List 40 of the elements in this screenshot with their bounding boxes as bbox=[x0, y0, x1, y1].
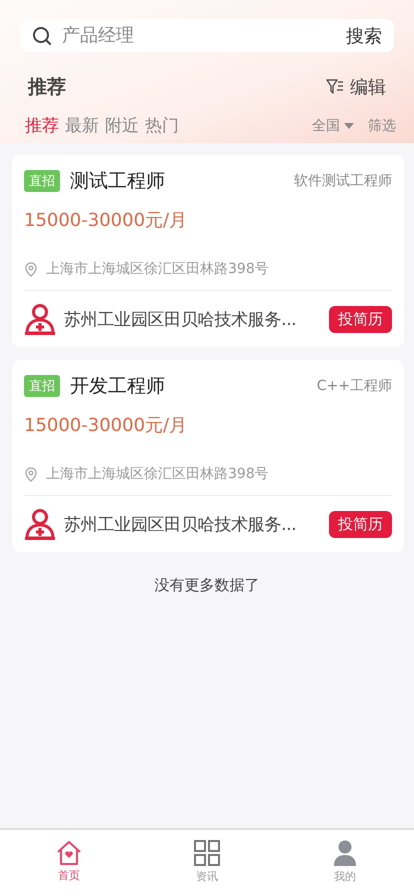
company-logo-icon bbox=[24, 303, 56, 335]
address: 上海市上海城区徐汇区田林路398号 bbox=[46, 465, 269, 483]
nav-tab[interactable]: 首页 bbox=[29, 830, 109, 894]
job-card[interactable]: 直招 开发工程师 C++工程师 15000-30000元/月 上海市上海城区徐汇区田林路398号 苏州工业园区田贝哈技术服务... 投简历 bbox=[12, 360, 404, 552]
job-title: 开发工程师 bbox=[70, 374, 166, 399]
company-logo-icon bbox=[24, 508, 56, 540]
caret-icon bbox=[344, 122, 354, 128]
salary: 15000-30000元/月 bbox=[24, 414, 188, 437]
address: 上海市上海城区徐汇区田林路398号 bbox=[46, 260, 269, 278]
edit-button[interactable]: 编辑 bbox=[326, 75, 386, 99]
tab[interactable]: 热门 bbox=[145, 114, 179, 137]
direct-hire-tag: 直招 bbox=[24, 170, 60, 192]
home-icon bbox=[56, 841, 82, 865]
location-pin-icon bbox=[24, 466, 38, 482]
job-category: 软件测试工程师 bbox=[294, 172, 392, 190]
tab[interactable]: 附近 bbox=[105, 114, 139, 137]
nav-tab[interactable]: 资讯 bbox=[167, 830, 247, 894]
search-field[interactable]: 产品经理 搜索 bbox=[20, 19, 394, 52]
grid-icon bbox=[194, 840, 220, 866]
salary: 15000-30000元/月 bbox=[24, 209, 188, 232]
person-icon bbox=[334, 840, 356, 866]
apply-button[interactable]: 投简历 bbox=[329, 510, 392, 538]
apply-button[interactable]: 投简历 bbox=[329, 306, 392, 332]
section-title: 推荐 bbox=[28, 75, 66, 100]
job-category: C++工程师 bbox=[316, 377, 392, 395]
tab[interactable]: 最新 bbox=[65, 114, 99, 137]
direct-hire-tag: 直招 bbox=[24, 375, 60, 397]
filter-icon bbox=[326, 78, 344, 96]
job-title: 测试工程师 bbox=[70, 169, 166, 194]
search-icon bbox=[32, 26, 52, 46]
region-dropdown[interactable]: 全国 bbox=[312, 116, 354, 134]
company-name: 苏州工业园区田贝哈技术服务... bbox=[64, 514, 298, 536]
end-note: 没有更多数据了 bbox=[154, 576, 260, 595]
location-pin-icon bbox=[24, 262, 38, 276]
filter-button[interactable]: 筛选 bbox=[368, 116, 396, 134]
tab[interactable]: 推荐 bbox=[25, 114, 59, 137]
nav-tab[interactable]: 我的 bbox=[305, 830, 385, 894]
search-button[interactable]: 搜索 bbox=[346, 24, 382, 48]
job-card[interactable]: 直招 测试工程师 软件测试工程师 15000-30000元/月 上海市上海城区徐汇区田林路398号 苏州工业园区田贝哈技术服务... 投简历 bbox=[12, 155, 404, 347]
company-name: 苏州工业园区田贝哈技术服务... bbox=[64, 308, 298, 330]
